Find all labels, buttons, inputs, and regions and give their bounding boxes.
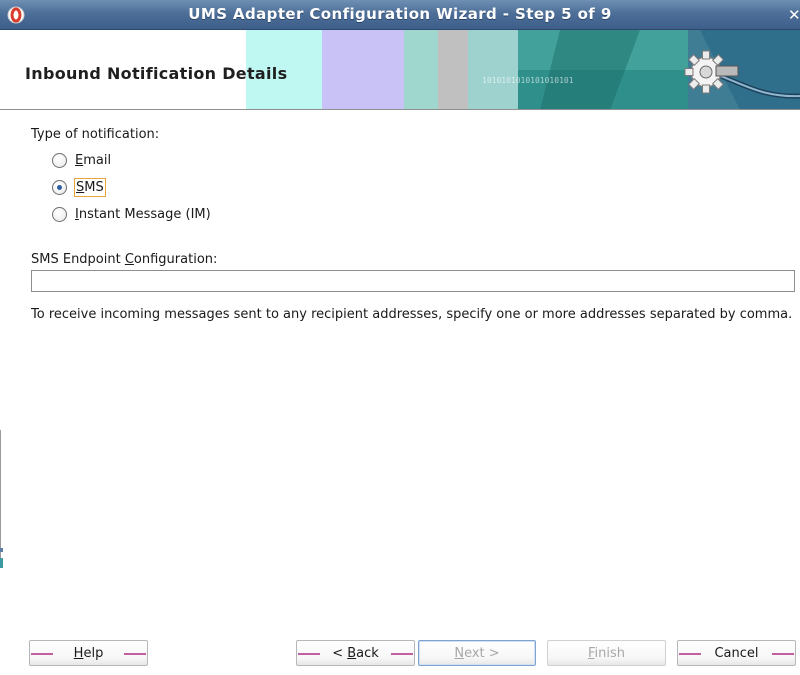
sms-endpoint-label: SMS Endpoint Configuration: [31, 252, 218, 267]
sms-endpoint-input[interactable] [31, 270, 795, 292]
radio-sms[interactable]: SMS [52, 177, 106, 197]
back-button[interactable]: < Back [296, 640, 415, 666]
radio-email-circle[interactable] [52, 152, 67, 168]
cancel-button[interactable]: Cancel [677, 640, 796, 666]
radio-email-label[interactable]: Email [74, 152, 112, 169]
cancel-button-label: Cancel [714, 645, 759, 661]
radio-instant-message-label[interactable]: Instant Message (IM) [74, 206, 212, 223]
radio-email[interactable]: Email [52, 150, 112, 170]
back-button-label: < Back [332, 645, 379, 661]
help-button[interactable]: Help [29, 640, 148, 666]
window-titlebar[interactable]: UMS Adapter Configuration Wizard - Step … [0, 0, 800, 30]
window-title: UMS Adapter Configuration Wizard - Step … [188, 5, 612, 23]
wizard-content: Type of notification: Email SMS Instant … [0, 111, 800, 631]
gear-connector-icon [684, 50, 800, 99]
page-title: Inbound Notification Details [25, 64, 288, 83]
finish-button-label: Finish [587, 645, 626, 661]
close-icon[interactable]: ✕ [788, 4, 800, 26]
window-edge-marker [0, 430, 4, 570]
notification-type-label: Type of notification: [31, 127, 160, 142]
banner-binary: 1010101010101010101 [482, 76, 574, 85]
radio-sms-label[interactable]: SMS [74, 177, 106, 197]
help-button-label: Help [73, 645, 104, 661]
radio-sms-circle[interactable] [52, 179, 67, 195]
finish-button[interactable]: Finish [547, 640, 666, 666]
next-button[interactable]: Next > [418, 640, 536, 666]
wizard-banner: 1010101010101010101 Inbound Notification… [0, 30, 800, 110]
next-button-label: Next > [454, 645, 500, 661]
radio-instant-message-circle[interactable] [52, 206, 67, 222]
endpoint-hint-text: To receive incoming messages sent to any… [31, 307, 793, 322]
radio-instant-message[interactable]: Instant Message (IM) [52, 204, 212, 224]
wizard-button-bar: Help < Back Next > Finish Cancel [0, 631, 800, 675]
